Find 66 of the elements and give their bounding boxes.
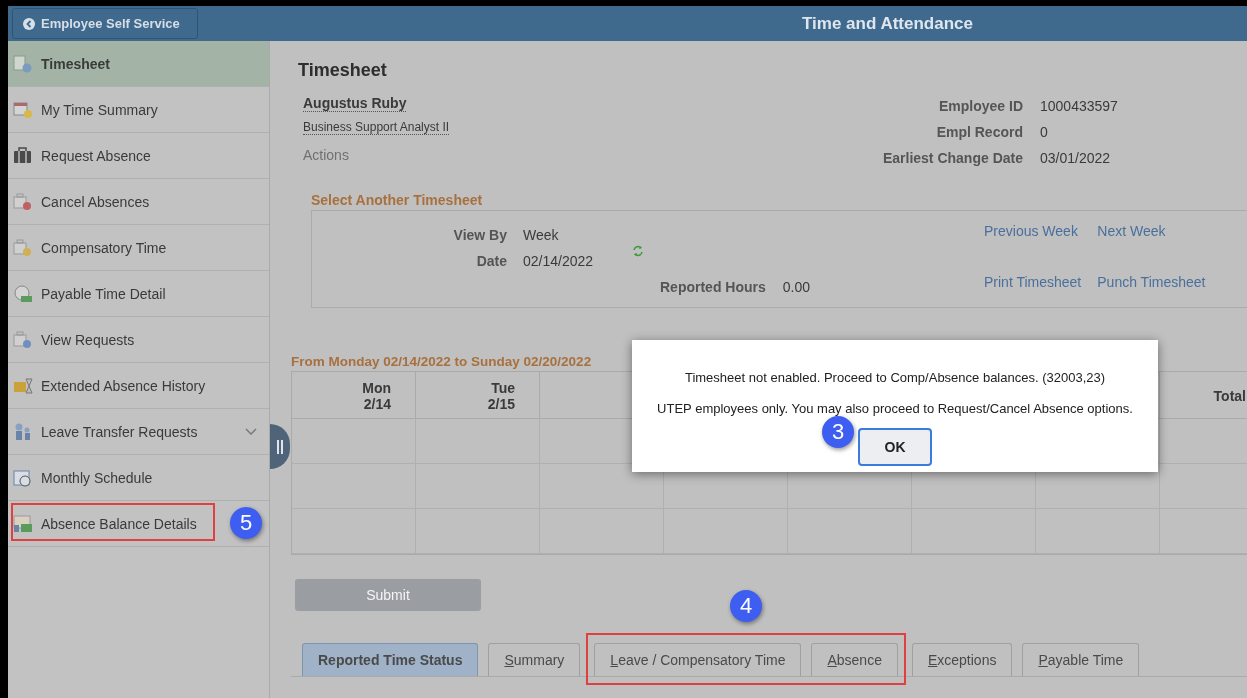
sidebar-item[interactable]: Compensatory Time	[8, 225, 269, 271]
field-value: 03/01/2022	[1040, 150, 1112, 166]
nav-link[interactable]: Punch Timesheet	[1097, 274, 1206, 290]
sidebar-item[interactable]: Timesheet	[8, 41, 269, 87]
field-value: 1000433597	[1040, 98, 1118, 114]
people-icon	[13, 422, 33, 441]
employee-name[interactable]: Augustus Ruby	[303, 95, 407, 112]
dialog-message: Timesheet not enabled. Proceed to Comp/Absence balances. (32003,23)	[683, 370, 1107, 385]
dialog-message: UTEP employees only. You may also proceed to Request/Cancel Absence options.	[656, 401, 1134, 416]
actions-link[interactable]: Actions	[303, 147, 349, 163]
field-value: 0	[1040, 124, 1049, 140]
calendar-icon	[13, 100, 33, 119]
field-label: Employee ID	[937, 98, 1023, 114]
ok-button[interactable]: OK	[858, 428, 932, 466]
field-value: 0.00	[782, 279, 811, 295]
field-value: 02/14/2022	[523, 253, 594, 269]
sidebar-item[interactable]: Cancel Absences	[8, 179, 269, 225]
day-header: Tue 2/15	[416, 372, 540, 419]
briefcase-icon	[13, 146, 33, 165]
sidebar-item[interactable]: View Requests	[8, 317, 269, 363]
sidebar-item[interactable]: Monthly Schedule	[8, 455, 269, 501]
page-header-title: Time and Attendance	[802, 13, 973, 33]
column-header: Total	[1160, 372, 1247, 419]
tab[interactable]: Reported Time Status	[302, 643, 479, 676]
nav-link[interactable]: Next Week	[1097, 223, 1206, 239]
folder-hourglass-icon	[13, 376, 33, 395]
step-badge: 3	[822, 416, 854, 448]
sidebar-item[interactable]: Request Absence	[8, 133, 269, 179]
sidebar-item[interactable]: Payable Time Detail	[8, 271, 269, 317]
sidebar-item[interactable]: Leave Transfer Requests	[8, 409, 269, 455]
nav-link[interactable]: Previous Week	[984, 223, 1082, 239]
tab[interactable]: Summary	[488, 643, 581, 676]
day-header: Mon 2/14	[292, 372, 416, 419]
field-label: View By	[452, 227, 507, 243]
step-badge: 4	[730, 590, 763, 622]
document-clock-icon	[13, 54, 33, 73]
page-title: Timesheet	[298, 60, 388, 81]
refresh-icon[interactable]	[632, 245, 644, 257]
sidebar-item[interactable]: My Time Summary	[8, 87, 269, 133]
sidebar-item[interactable]: Absence Balance Details 5	[8, 501, 269, 547]
field-label: Date	[475, 253, 507, 269]
tab[interactable]: Payable Time	[1022, 643, 1140, 676]
pause-bars-icon	[277, 439, 283, 454]
field-label: Empl Record	[935, 124, 1023, 140]
back-button[interactable]: Employee Self Service	[12, 8, 198, 39]
nav-link[interactable]: Print Timesheet	[984, 274, 1082, 290]
tab[interactable]: Leave / Compensatory Time	[594, 643, 802, 676]
briefcase-dot-icon	[13, 330, 33, 349]
clock-money-icon	[13, 284, 33, 303]
back-chevron-icon	[23, 17, 35, 30]
briefcase-dot-icon	[13, 238, 33, 257]
field-label: Earliest Change Date	[881, 150, 1023, 166]
date-range-title: From Monday 02/14/2022 to Sunday 02/20/2022	[291, 354, 592, 369]
section-title: Select Another Timesheet	[311, 192, 484, 208]
chart-icon	[13, 514, 33, 533]
field-value: Week	[523, 227, 560, 243]
step-badge: 5	[230, 507, 262, 539]
job-title[interactable]: Business Support Analyst II	[303, 120, 450, 135]
tab[interactable]: Absence	[811, 643, 898, 676]
calendar-clock-icon	[13, 468, 33, 487]
chevron-down-icon	[245, 427, 257, 436]
tab[interactable]: Exceptions	[911, 643, 1013, 676]
collapse-handle[interactable]	[270, 424, 290, 469]
briefcase-dot-icon	[13, 192, 33, 211]
field-label: Reported Hours	[660, 279, 766, 295]
sidebar-item[interactable]: Extended Absence History	[8, 363, 269, 409]
